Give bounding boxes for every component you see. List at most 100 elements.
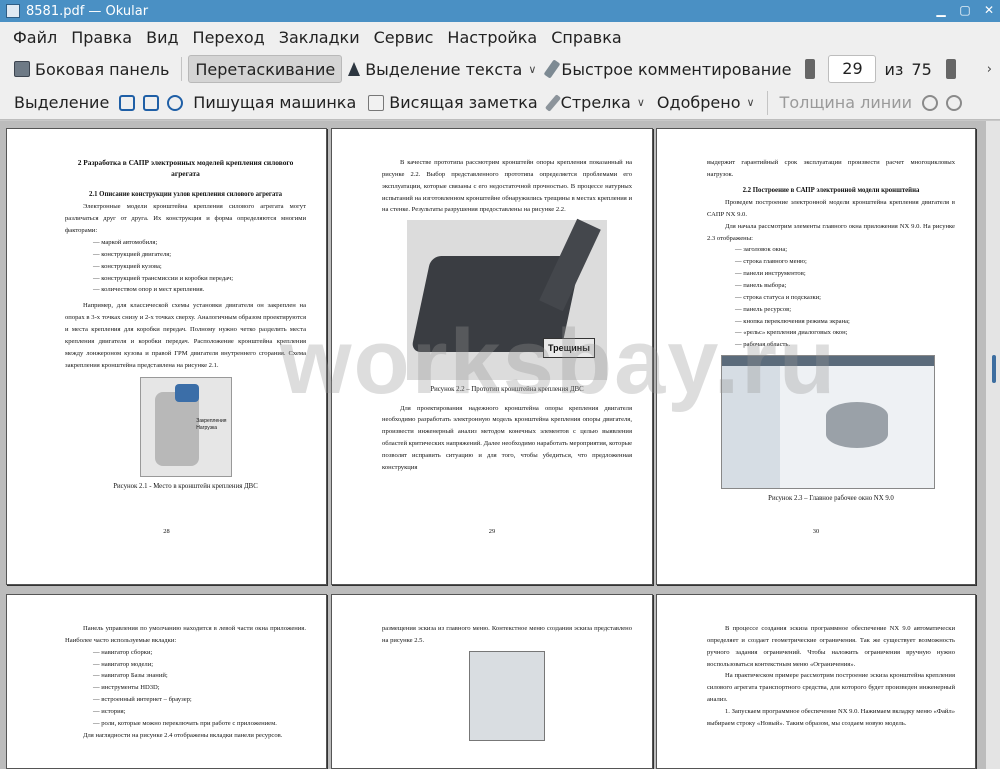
quick-comment-label: Быстрое комментирование [561,59,792,79]
menu-view[interactable]: Вид [139,28,185,47]
list-item: — конструкцией трансмиссии и коробки пер… [93,274,234,282]
figure-caption: Рисунок 2.2 – Прототип кронштейна крепле… [430,386,584,394]
typewriter-button[interactable]: Пишущая машинка [187,89,362,117]
toolbar-separator [181,57,183,81]
nx-sidebar-shape [722,366,780,489]
paragraph: На практическом примере рассмотрим постр… [707,672,955,704]
line-width-button[interactable]: Толщина линии [774,89,919,117]
previous-page-icon[interactable] [805,59,816,79]
list-item: — панель ресурсов; [735,305,792,313]
next-page-icon[interactable] [945,59,956,79]
window-controls: ▁ ▢ ✕ [934,3,996,17]
highlight-label: Выделение [14,93,110,112]
color-picker-icon[interactable] [922,94,939,111]
engine-part-shape [154,392,199,467]
menu-settings[interactable]: Настройка [440,28,544,47]
pdf-page-31: Панель управления по умолчанию находится… [6,594,327,769]
menu-go[interactable]: Переход [186,28,272,47]
scrollbar-thumb[interactable] [992,355,996,383]
vertical-scrollbar[interactable] [986,121,1000,769]
page-number-input[interactable]: 29 [828,55,877,83]
figure-prototype-bracket: Трещины [407,219,607,381]
minimize-icon[interactable]: ▁ [934,3,948,17]
note-icon [368,94,385,111]
highlight-button[interactable]: Выделение [8,89,115,117]
underline-icon[interactable] [119,94,136,111]
pdf-page-32: размещения эскиза из главного меню. Конт… [331,594,653,769]
list-item: — конструкцией кузова; [93,262,162,270]
chevron-down-icon[interactable]: ∨ [637,96,645,109]
list-item: — рабочая область. [735,341,791,349]
cursor-icon [348,62,361,76]
menu-file[interactable]: Файл [6,28,64,47]
list-item: — панели инструментов; [735,270,806,278]
cracks-label: Трещины [543,338,595,359]
sidebar-button[interactable]: Боковая панель [8,55,175,83]
paragraph: Для проектирования надежного кронштейна … [382,404,632,471]
opacity-icon[interactable] [946,94,963,111]
list-item: — конструкцией двигателя; [93,250,172,258]
line-width-label: Толщина линии [779,93,913,112]
nx-model-shape [826,402,888,449]
list-item: — навигатор Базы знаний; [93,672,168,680]
popup-note-label: Висящая заметка [389,93,538,112]
menu-bar: Файл Правка Вид Переход Закладки Сервис … [0,22,1000,52]
list-item: — строка статуса и подсказки; [735,293,822,301]
toolbar-separator [766,90,768,115]
text-select-label: Выделение текста [365,59,523,79]
page-heading: 2 Разработка в САПР электронных моделей … [77,158,294,179]
text-select-button[interactable]: Выделение текста ∨ [342,55,542,83]
arrow-label: Стрелка [560,93,631,112]
nx-titlebar-shape [722,356,934,367]
pdf-page-28: 2 Разработка в САПР электронных моделей … [6,128,327,585]
legend-entry: Нагрузка [196,425,218,432]
window-titlebar: 8581.pdf — Okular ▁ ▢ ✕ [0,0,1000,22]
window-title: 8581.pdf — Okular [26,3,149,19]
section-heading: 2.1 Описание конструкции узлов крепления… [88,191,283,199]
pdf-page-33: В процессе создания эскиза программное о… [656,594,976,769]
legend-entry: Закрепления [196,418,227,425]
list-item: — количеством опор и мест крепления. [93,286,205,294]
paragraph: Панель управления по умолчанию находится… [65,625,306,644]
figure-nx-window [721,355,935,490]
menu-bookmarks[interactable]: Закладки [272,28,367,47]
chevron-down-icon[interactable]: ∨ [746,96,754,109]
squiggle-icon[interactable] [143,94,160,111]
list-item: — роли, которые можно переключать при ра… [93,719,277,727]
menu-tools[interactable]: Сервис [367,28,441,47]
sidebar-icon [14,61,30,77]
figure-sketch-menu [469,650,545,741]
stamp-button[interactable]: Одобрено ∨ [651,89,761,117]
stamp-circle-icon[interactable] [167,94,184,111]
paragraph: Электронные модели кронштейна крепления … [65,203,306,235]
drag-mode-label: Перетаскивание [195,59,336,79]
drag-mode-button[interactable]: Перетаскивание [188,55,343,83]
list-item: — инструменты HD3D; [93,684,160,692]
paragraph: размещения эскиза из главного меню. Конт… [382,625,632,644]
bracket-shape [174,384,199,403]
comment-pen-icon [543,59,561,79]
paragraph: В процессе создания эскиза программное о… [707,625,955,668]
menu-help[interactable]: Справка [544,28,629,47]
close-icon[interactable]: ✕ [982,3,996,17]
pdf-page-29: В качестве прототипа рассмотрим кронштей… [331,128,653,585]
chevron-down-icon[interactable]: ∨ [528,63,536,76]
quick-comment-button[interactable]: Быстрое комментирование [542,55,797,83]
paragraph: выдержит гарантийный срок эксплуатации п… [707,159,955,178]
arrow-button[interactable]: Стрелка ∨ [544,89,651,117]
maximize-icon[interactable]: ▢ [958,3,972,17]
menu-edit[interactable]: Правка [64,28,139,47]
list-item: — маркой автомобиля; [93,239,158,247]
toolbar-overflow-icon[interactable]: › [987,62,1000,77]
paragraph: В качестве прототипа рассмотрим кронштей… [382,159,632,214]
okular-app-icon [6,4,20,18]
figure-legend: Закрепления Нагрузка [196,418,226,432]
paragraph: Проведем построение электронной модели к… [707,198,955,218]
sidebar-label: Боковая панель [35,59,170,79]
list-item: — панель выбора; [735,281,787,289]
list-item: — встроенный интернет – браузер; [93,696,192,704]
figure-caption: Рисунок 2.1 - Место в кронштейн креплени… [113,483,258,491]
paragraph: Например, для классической схемы установ… [65,302,306,369]
page-number: 29 [488,528,496,536]
popup-note-button[interactable]: Висящая заметка [362,89,543,117]
